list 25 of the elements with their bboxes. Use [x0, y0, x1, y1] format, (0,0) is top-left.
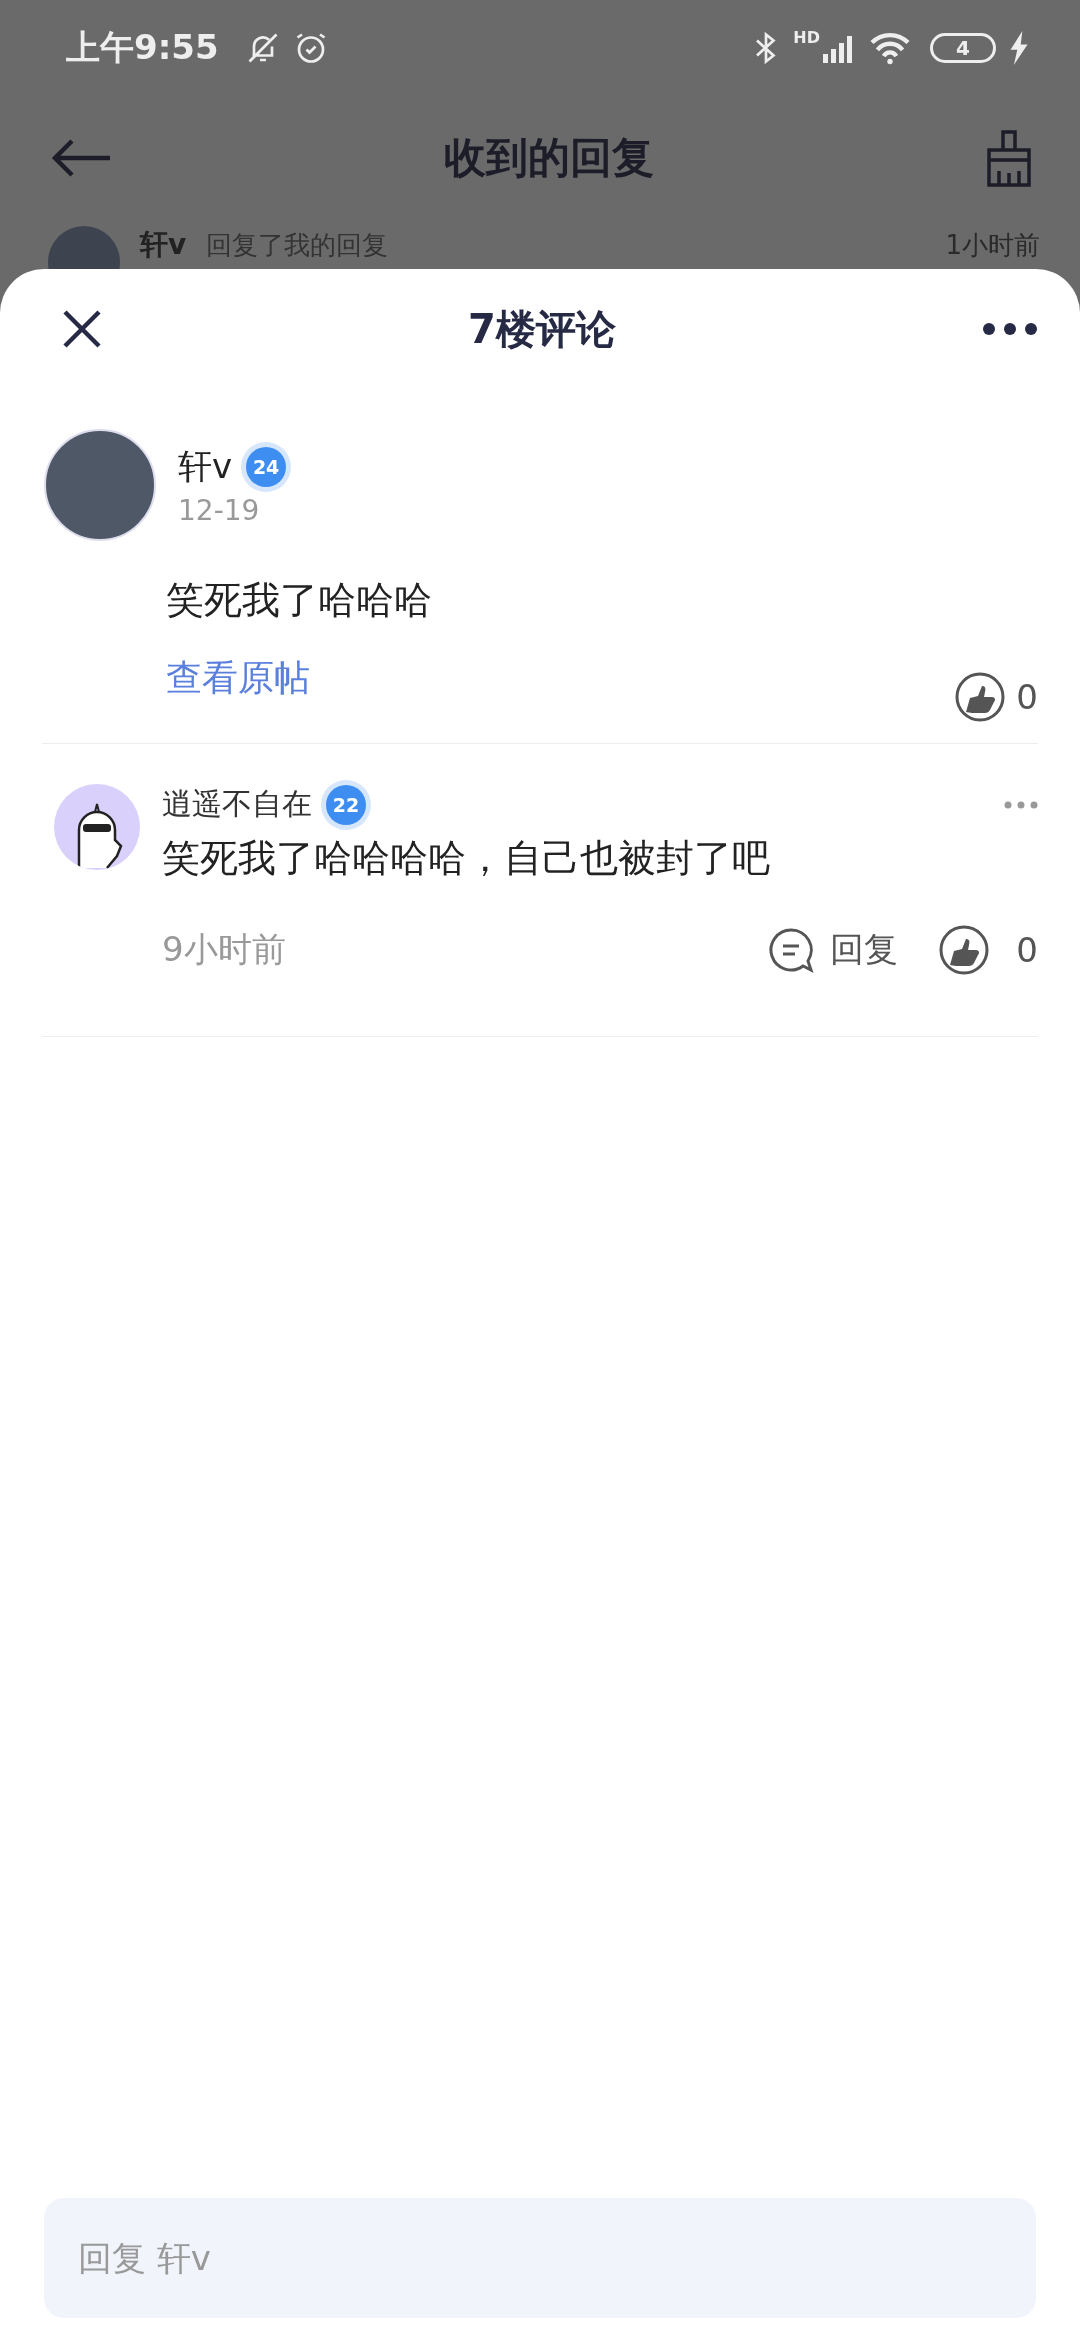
- reply-text: 笑死我了哈哈哈哈，自己也被封了吧: [162, 835, 771, 882]
- like-count: 0: [1016, 676, 1038, 719]
- comment-text: 笑死我了哈哈哈: [166, 577, 433, 624]
- user-name: 逍遥不自在: [162, 785, 312, 823]
- comment-date: 12-19: [178, 493, 261, 527]
- close-icon[interactable]: [62, 309, 102, 349]
- user-name: 轩v: [178, 444, 233, 488]
- page-title: 收到的回复: [444, 132, 654, 184]
- broom-icon[interactable]: [984, 129, 1034, 187]
- thumbs-up-icon[interactable]: [938, 924, 991, 976]
- charging-icon: [1008, 30, 1030, 65]
- battery-indicator: 4: [930, 32, 996, 63]
- network-type: HD: [793, 28, 820, 47]
- user-name: 轩v: [140, 227, 187, 263]
- notification-time: 1小时前: [945, 228, 1040, 262]
- comment-icon[interactable]: [768, 927, 815, 973]
- thumbs-up-icon[interactable]: [954, 671, 1007, 723]
- more-icon[interactable]: [982, 322, 1038, 336]
- reply-button[interactable]: 回复: [830, 927, 899, 973]
- reply-time: 9小时前: [162, 928, 286, 971]
- sheet-title: 7楼评论: [468, 304, 616, 354]
- view-original-link[interactable]: 查看原帖: [166, 654, 310, 703]
- reply-input[interactable]: 回复 轩v: [44, 2198, 1036, 2318]
- status-time: 上午9:55: [66, 25, 219, 69]
- like-count: 0: [1016, 929, 1038, 972]
